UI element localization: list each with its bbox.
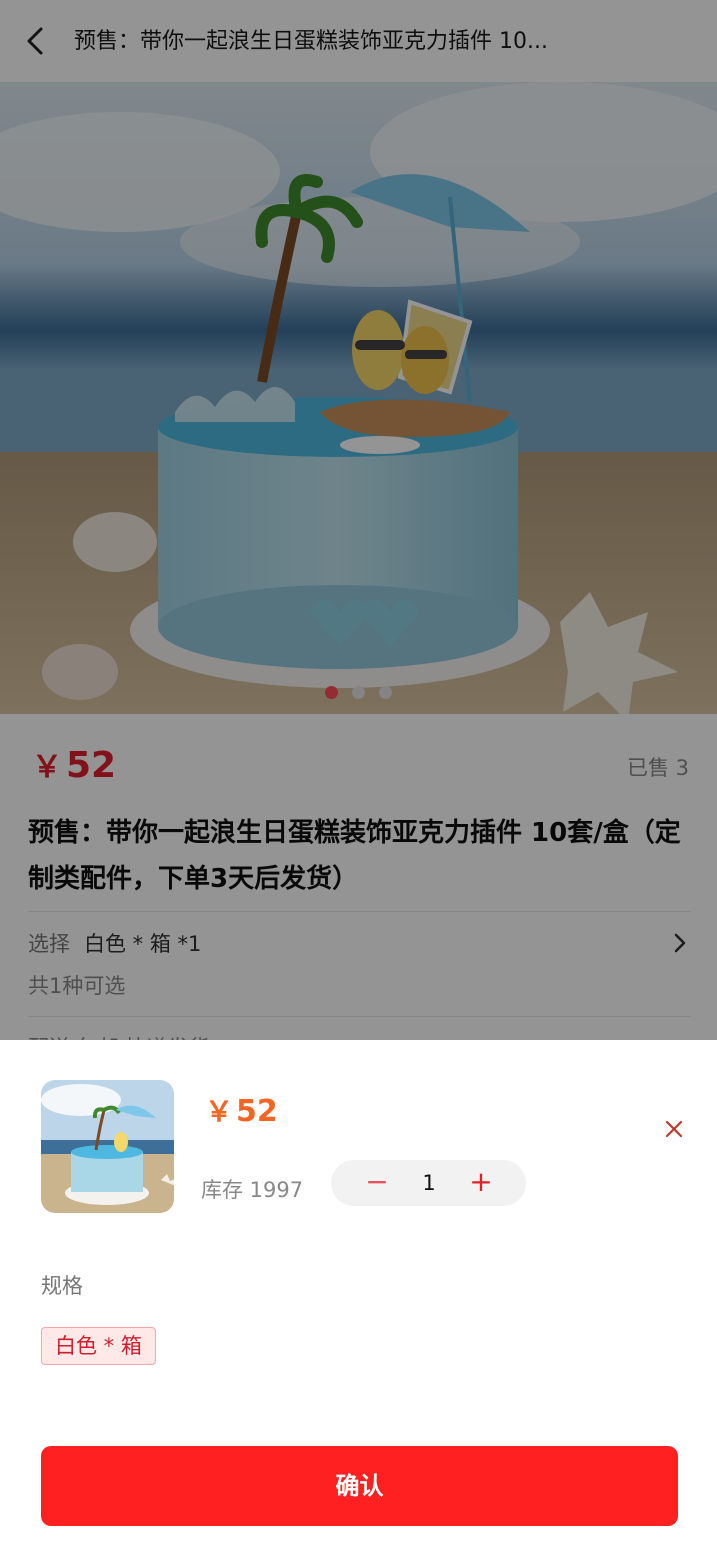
spec-option-chip[interactable]: 白色 * 箱: [41, 1327, 156, 1365]
quantity-value[interactable]: 1: [407, 1170, 451, 1196]
confirm-button[interactable]: 确认: [41, 1446, 678, 1526]
currency-symbol: ￥: [205, 1095, 234, 1128]
product-thumbnail: [41, 1080, 174, 1213]
quantity-stepper: − 1 +: [331, 1160, 526, 1206]
close-icon[interactable]: [664, 1119, 684, 1139]
sku-bottom-sheet: ￥ 52 库存 1997 − 1 + 规格 白色 * 箱 确认: [0, 1040, 717, 1553]
increase-button[interactable]: +: [461, 1168, 501, 1196]
decrease-button[interactable]: −: [357, 1168, 397, 1197]
price-value: 52: [236, 1094, 278, 1129]
stock-count: 库存 1997: [201, 1178, 304, 1202]
sheet-price: ￥ 52: [205, 1090, 278, 1130]
spec-label: 规格: [41, 1274, 83, 1298]
